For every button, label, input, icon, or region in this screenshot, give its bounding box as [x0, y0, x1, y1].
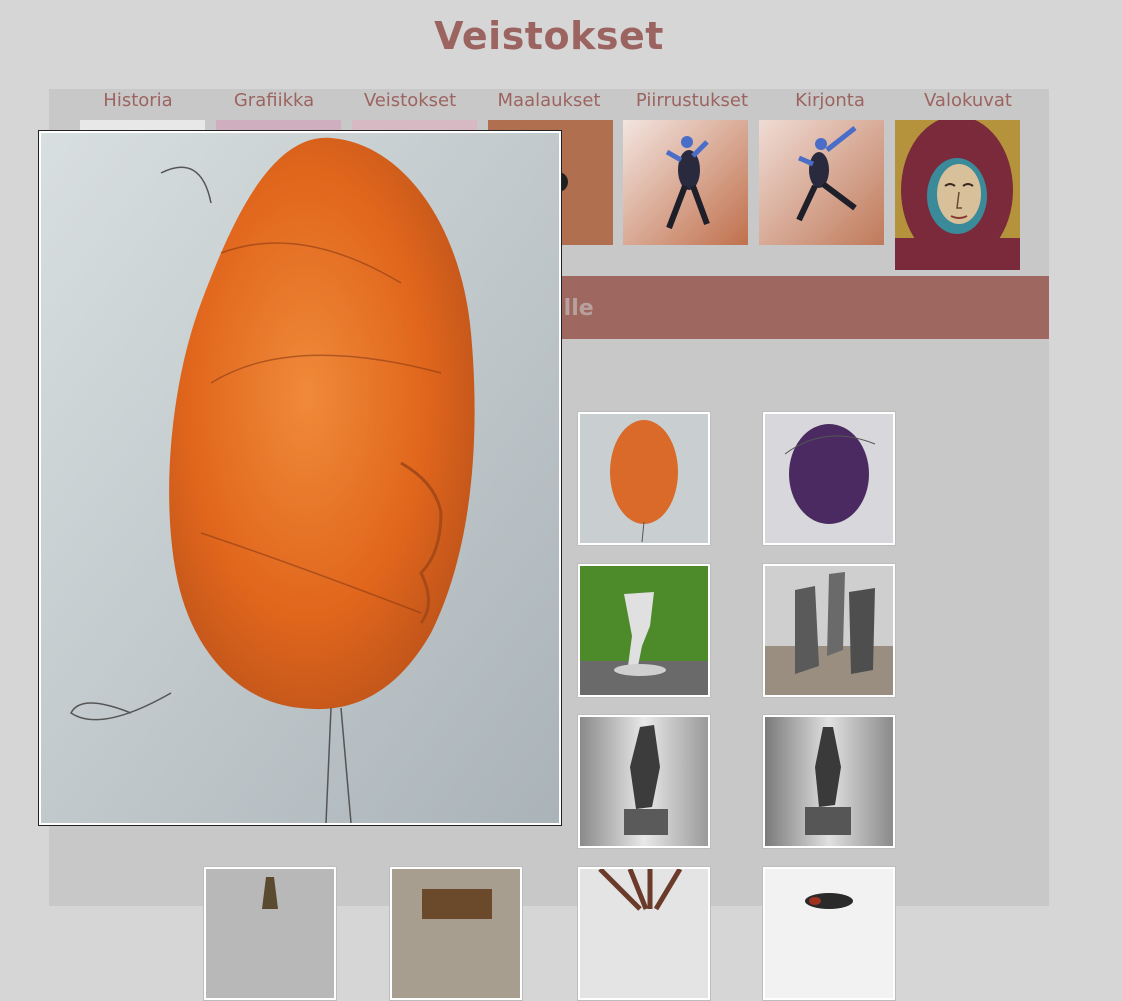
nav-thumb-valokuvat[interactable]	[895, 120, 1020, 270]
dancer-painting-icon	[623, 120, 748, 245]
small-bronze-sculpture-icon	[206, 869, 334, 998]
gallery-thumb-tall-sculpture-1[interactable]	[577, 714, 711, 849]
lightbox-popup[interactable]	[38, 130, 562, 826]
nav-item-maalaukset[interactable]: Maalaukset	[481, 90, 617, 111]
spiky-sculpture-icon	[580, 869, 708, 998]
tall-stone-sculpture-icon	[580, 717, 708, 846]
nav-item-valokuvat[interactable]: Valokuvat	[900, 90, 1036, 111]
orange-mask-icon	[580, 414, 708, 543]
gallery-thumb-tall-sculpture-2[interactable]	[762, 714, 896, 849]
nav-item-piirrustukset[interactable]: Piirrustukset	[624, 90, 760, 111]
runner-painting-icon	[759, 120, 884, 245]
nav-item-historia[interactable]: Historia	[70, 90, 206, 111]
pair-of-stone-sculptures-icon	[765, 566, 893, 695]
nav-item-kirjonta[interactable]: Kirjonta	[762, 90, 898, 111]
gallery-thumb-purple-mask[interactable]	[762, 411, 896, 546]
gallery-thumb-spiky-sculpture[interactable]	[577, 866, 711, 1001]
gallery-thumb-orange-mask[interactable]	[577, 411, 711, 546]
gallery-thumb-wooden-sculpture[interactable]	[389, 866, 523, 1001]
page-title: Veistokset	[434, 14, 664, 58]
gallery-thumb-bronze-sculpture[interactable]	[203, 866, 337, 1001]
wooden-sculpture-icon	[392, 869, 520, 998]
nav-thumb-kirjonta[interactable]	[759, 120, 884, 245]
nav-item-grafiikka[interactable]: Grafiikka	[206, 90, 342, 111]
purple-mask-icon	[765, 414, 893, 543]
bird-sculpture-icon	[765, 869, 893, 998]
orange-mask-large-icon	[41, 133, 559, 823]
gallery-thumb-grass-sculpture[interactable]	[577, 563, 711, 698]
madonna-icon-painting	[895, 120, 1020, 270]
gallery-thumb-bird-sculpture[interactable]	[762, 866, 896, 1001]
tall-stone-sculpture-2-icon	[765, 717, 893, 846]
gallery-thumb-pair-sculptures[interactable]	[762, 563, 896, 698]
nav-item-veistokset[interactable]: Veistokset	[342, 90, 478, 111]
stone-sculpture-on-grass-icon	[580, 566, 708, 695]
nav-thumb-piirrustukset[interactable]	[623, 120, 748, 245]
